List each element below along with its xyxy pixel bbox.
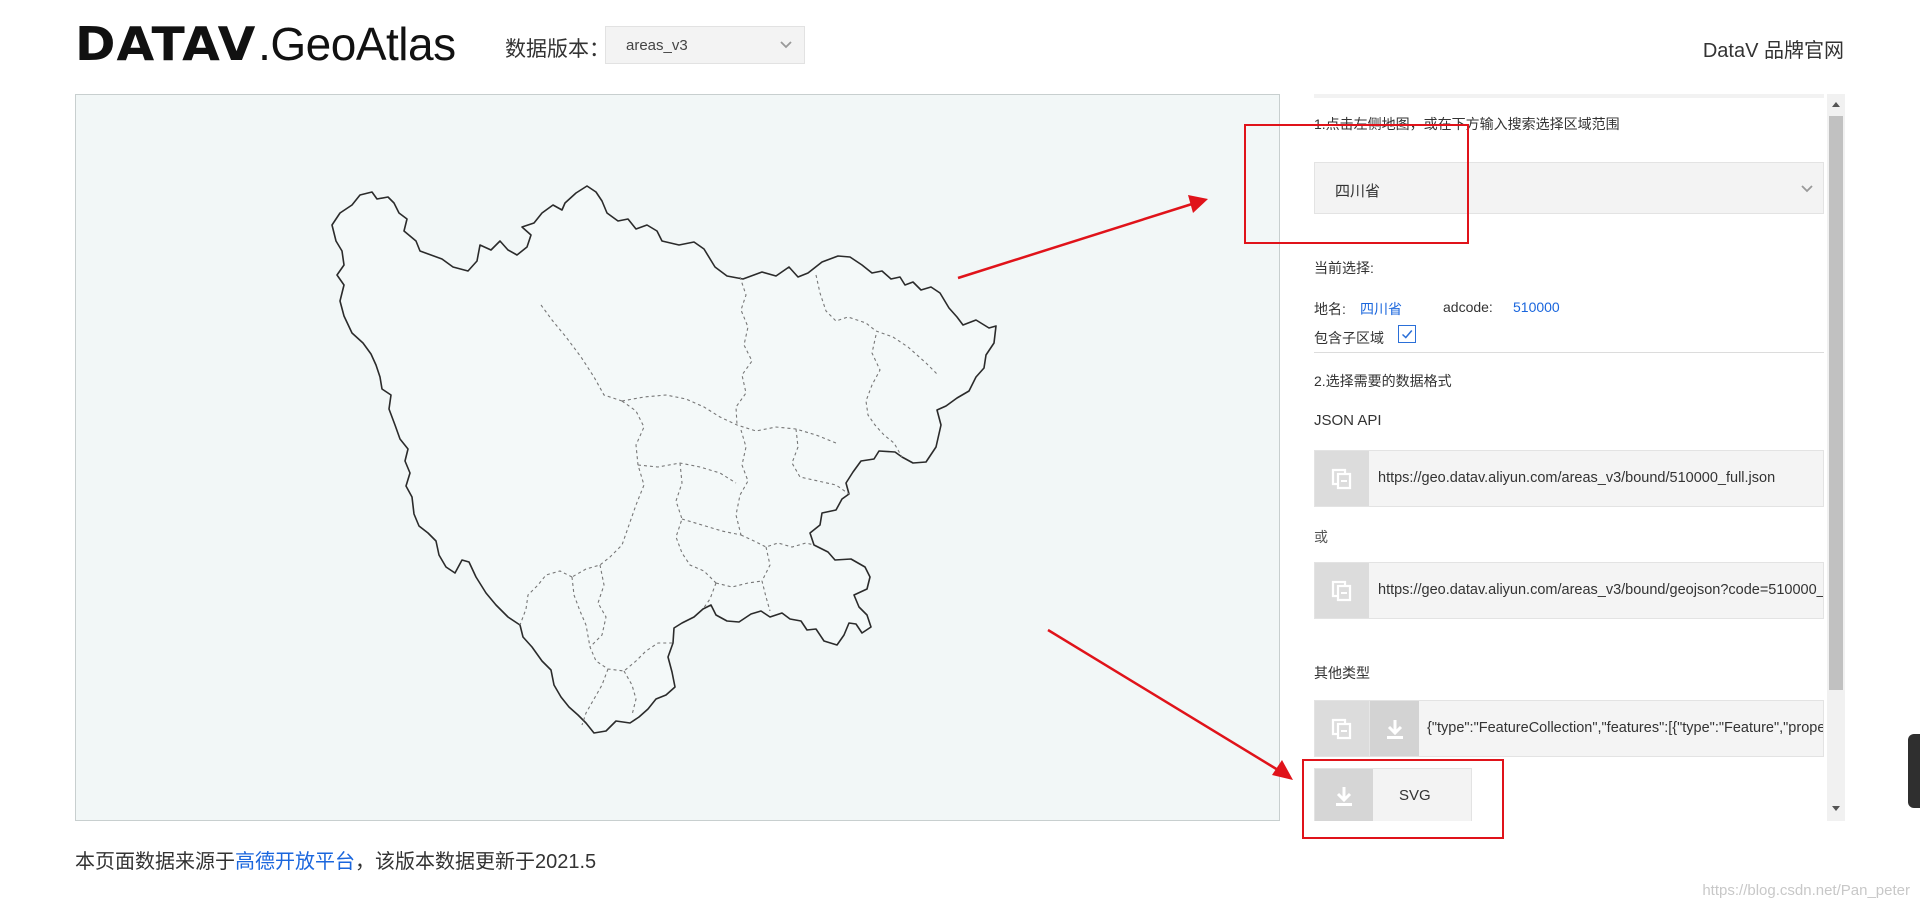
other-types-label: 其他类型 xyxy=(1314,665,1370,681)
logo-bold-text: DATAV xyxy=(75,17,257,71)
copy-geojson-button[interactable] xyxy=(1315,701,1369,756)
adcode-label: adcode: xyxy=(1443,299,1493,315)
copy-icon xyxy=(1331,718,1352,740)
panel-top-border xyxy=(1314,94,1824,98)
checkmark-icon xyxy=(1401,330,1413,339)
sichuan-province-map[interactable] xyxy=(331,185,997,734)
or-label: 或 xyxy=(1314,529,1328,545)
amap-platform-link[interactable]: 高德开放平台 xyxy=(235,851,355,873)
section-divider xyxy=(1314,352,1824,353)
scrollbar-thumb[interactable] xyxy=(1829,116,1843,690)
json-api-label: JSON API xyxy=(1314,412,1382,429)
footer-prefix: 本页面数据来源于 xyxy=(75,851,235,873)
json-url-field-geojson[interactable]: https://geo.datav.aliyun.com/areas_v3/bo… xyxy=(1314,562,1824,619)
step2-instruction: 2.选择需要的数据格式 xyxy=(1314,373,1452,389)
version-select[interactable]: areas_v3 xyxy=(605,26,805,64)
annotation-box-svg-button xyxy=(1302,759,1504,839)
download-geojson-button[interactable] xyxy=(1369,701,1419,756)
province-outline xyxy=(331,185,997,734)
watermark: https://blog.csdn.net/Pan_peter xyxy=(1702,882,1910,899)
scroll-down-arrow-icon[interactable] xyxy=(1832,806,1840,811)
copy-url-button[interactable] xyxy=(1315,451,1369,506)
include-subregion-label: 包含子区域 xyxy=(1314,330,1384,346)
version-select-value: areas_v3 xyxy=(626,37,688,54)
version-label: 数据版本： xyxy=(505,38,610,61)
region-name-label: 地名: xyxy=(1314,301,1346,317)
scroll-up-arrow-icon[interactable] xyxy=(1832,102,1840,107)
chevron-down-icon xyxy=(780,41,792,49)
annotation-box-region-select xyxy=(1244,124,1469,244)
footer-suffix: ，该版本数据更新于2021.5 xyxy=(355,851,597,873)
download-icon xyxy=(1387,720,1403,739)
include-subregion-checkbox[interactable] xyxy=(1398,325,1416,343)
geojson-preview-field[interactable]: {"type":"FeatureCollection","features":[… xyxy=(1314,700,1824,757)
adcode-value: 510000 xyxy=(1513,299,1560,315)
floating-side-widget[interactable] xyxy=(1908,734,1920,808)
page: DATAV .GeoAtlas 数据版本： areas_v3 DataV 品牌官… xyxy=(0,0,1920,910)
datav-logo[interactable]: DATAV .GeoAtlas xyxy=(75,17,456,71)
chevron-down-icon xyxy=(1801,185,1813,193)
json-url-text-full: https://geo.datav.aliyun.com/areas_v3/bo… xyxy=(1378,470,1776,486)
copy-icon xyxy=(1331,468,1352,490)
current-selection-label: 当前选择: xyxy=(1314,260,1374,276)
copy-icon xyxy=(1331,580,1352,602)
footer-note: 本页面数据来源于高德开放平台，该版本数据更新于2021.5 xyxy=(75,845,596,874)
json-url-field-full[interactable]: https://geo.datav.aliyun.com/areas_v3/bo… xyxy=(1314,450,1824,507)
map-canvas[interactable] xyxy=(75,94,1280,821)
copy-url-button[interactable] xyxy=(1315,563,1369,618)
brand-site-link[interactable]: DataV 品牌官网 xyxy=(1703,34,1844,63)
json-url-text-geojson: https://geo.datav.aliyun.com/areas_v3/bo… xyxy=(1378,582,1824,598)
region-name-value: 四川省 xyxy=(1360,301,1402,317)
logo-light-text: .GeoAtlas xyxy=(258,18,456,70)
geojson-preview-text: {"type":"FeatureCollection","features":[… xyxy=(1427,720,1824,736)
panel-scrollbar[interactable] xyxy=(1827,94,1845,821)
